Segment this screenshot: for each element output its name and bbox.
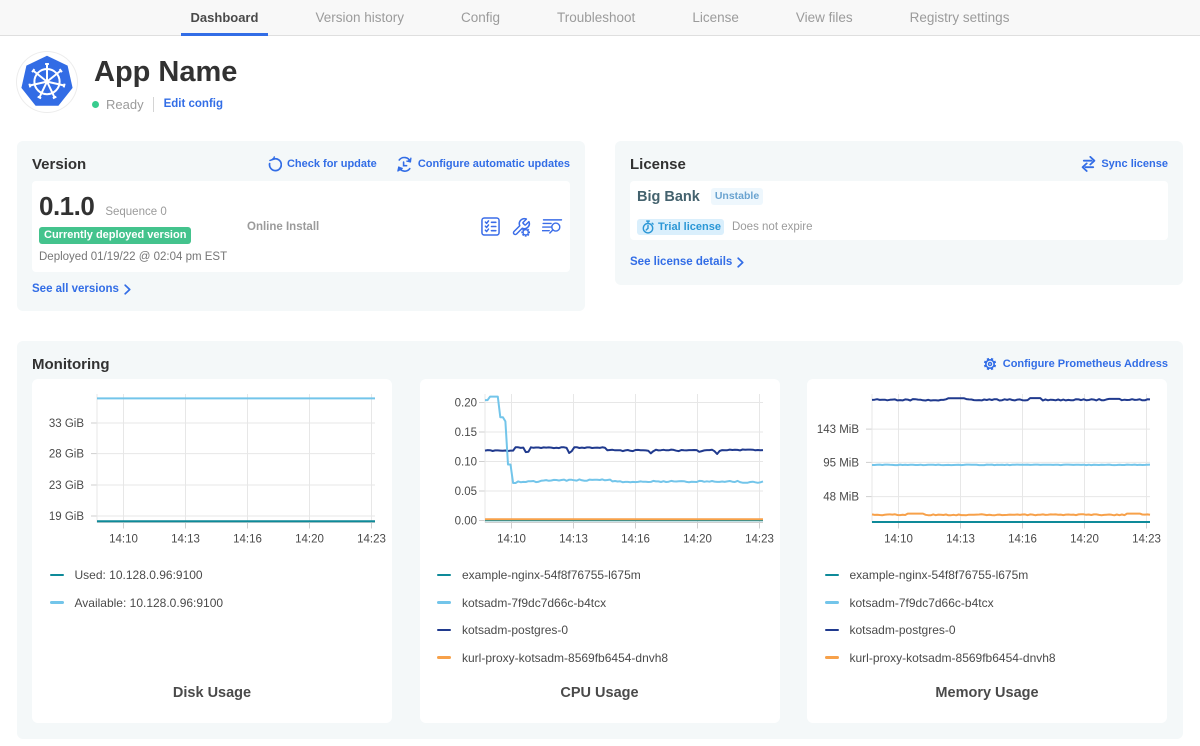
svg-text:14:16: 14:16 bbox=[1008, 534, 1037, 546]
svg-text:14:20: 14:20 bbox=[1070, 534, 1099, 546]
svg-text:14:20: 14:20 bbox=[683, 534, 712, 546]
svg-text:14:16: 14:16 bbox=[233, 534, 262, 546]
svg-text:14:13: 14:13 bbox=[946, 534, 975, 546]
svg-text:48 MiB: 48 MiB bbox=[823, 492, 859, 504]
svg-text:14:23: 14:23 bbox=[745, 534, 774, 546]
svg-text:0.20: 0.20 bbox=[454, 398, 476, 410]
svg-text:14:23: 14:23 bbox=[357, 534, 386, 546]
svg-text:0.00: 0.00 bbox=[454, 516, 476, 528]
svg-text:14:16: 14:16 bbox=[621, 534, 650, 546]
svg-text:14:10: 14:10 bbox=[497, 534, 526, 546]
svg-text:14:10: 14:10 bbox=[884, 534, 913, 546]
svg-text:14:10: 14:10 bbox=[109, 534, 138, 546]
svg-text:14:13: 14:13 bbox=[171, 534, 200, 546]
svg-text:19 GiB: 19 GiB bbox=[49, 511, 84, 523]
svg-text:0.10: 0.10 bbox=[454, 457, 476, 469]
svg-text:143 MiB: 143 MiB bbox=[817, 424, 860, 436]
svg-text:23 GiB: 23 GiB bbox=[49, 480, 84, 492]
svg-text:14:23: 14:23 bbox=[1132, 534, 1161, 546]
svg-text:33 GiB: 33 GiB bbox=[49, 418, 84, 430]
svg-text:28 GiB: 28 GiB bbox=[49, 449, 84, 461]
svg-text:95 MiB: 95 MiB bbox=[823, 457, 859, 469]
svg-text:14:20: 14:20 bbox=[295, 534, 324, 546]
svg-text:0.05: 0.05 bbox=[454, 486, 476, 498]
svg-text:14:13: 14:13 bbox=[559, 534, 588, 546]
svg-text:0.15: 0.15 bbox=[454, 427, 476, 439]
